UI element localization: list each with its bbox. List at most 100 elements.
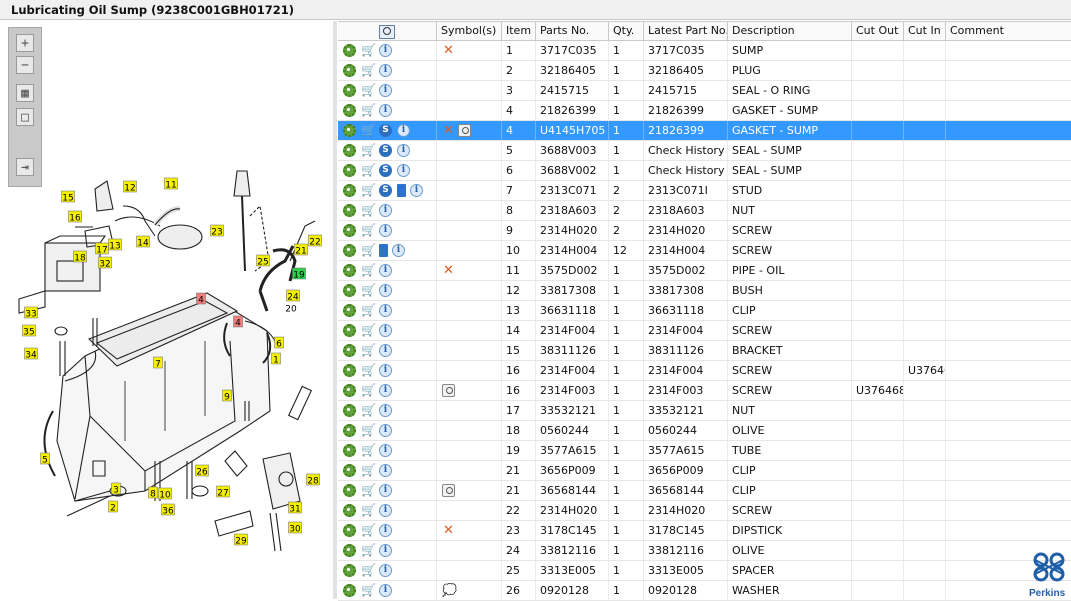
cart-icon[interactable]: 🛒 [361, 324, 376, 337]
table-row[interactable]: 🛒 i 16 2314F003 1 2314F003 SCREW U376468I [338, 381, 1071, 401]
configure-icon[interactable] [343, 464, 356, 477]
cart-icon[interactable]: 🛒 [361, 284, 376, 297]
callout-7[interactable]: 7 [153, 356, 163, 370]
table-row[interactable]: 🛒 Si ✕ 4 U4145H705 1 21826399 GASKET - SUMP [338, 121, 1071, 141]
table-row[interactable]: 🛒 i 24 33812116 1 33812116 OLIVE [338, 541, 1071, 561]
not-available-icon[interactable]: ✕ [442, 44, 455, 57]
configure-icon[interactable] [343, 344, 356, 357]
info-icon[interactable]: i [379, 564, 392, 577]
callout-13[interactable]: 13 [108, 238, 122, 252]
table-row[interactable]: 🛒 i 💭 26 0920128 1 0920128 WASHER [338, 581, 1071, 601]
callout-15[interactable]: 15 [61, 190, 75, 204]
callout-32[interactable]: 32 [98, 256, 112, 270]
cart-icon[interactable]: 🛒 [361, 104, 376, 117]
cart-icon[interactable]: 🛒 [361, 244, 376, 257]
info-icon[interactable]: i [379, 524, 392, 537]
callout-10[interactable]: 10 [158, 487, 172, 501]
manual-icon[interactable] [397, 184, 406, 197]
table-row[interactable]: 🛒 i 3 2415715 1 2415715 SEAL - O RING [338, 81, 1071, 101]
table-row[interactable]: 🛒 i 17 33532121 1 33532121 NUT [338, 401, 1071, 421]
fit-page-icon[interactable]: □ [16, 108, 34, 126]
configure-icon[interactable] [343, 504, 356, 517]
table-row[interactable]: 🛒 i 10 2314H004 12 2314H004 SCREW [338, 241, 1071, 261]
exploded-diagram-pane[interactable]: 15 12 11 16 18 17 13 14 32 23 22 21 25 19 24 20 33 4 4 35 6 3… [5, 21, 331, 593]
cart-icon[interactable]: 🛒 [361, 584, 376, 597]
configure-icon[interactable] [343, 584, 356, 597]
info-icon[interactable]: i [397, 124, 410, 137]
cart-icon[interactable]: 🛒 [361, 564, 376, 577]
callout-34[interactable]: 34 [24, 347, 38, 361]
not-available-icon[interactable]: ✕ [442, 124, 455, 137]
callout-23[interactable]: 23 [210, 224, 224, 238]
callout-24[interactable]: 24 [286, 289, 300, 303]
table-row[interactable]: 🛒 i 18 0560244 1 0560244 OLIVE [338, 421, 1071, 441]
configure-icon[interactable] [343, 124, 356, 137]
table-row[interactable]: 🛒 i 4 21826399 1 21826399 GASKET - SUMP [338, 101, 1071, 121]
cart-icon[interactable]: 🛒 [361, 404, 376, 417]
info-icon[interactable]: i [379, 584, 392, 597]
info-icon[interactable]: i [410, 184, 423, 197]
callout-17[interactable]: 17 [95, 242, 109, 256]
column-header-item[interactable]: Item [502, 22, 536, 40]
info-icon[interactable]: i [379, 404, 392, 417]
callout-28[interactable]: 28 [306, 473, 320, 487]
info-icon[interactable]: i [379, 444, 392, 457]
column-header-cut-out[interactable]: Cut Out [852, 22, 904, 40]
callout-4[interactable]: 4 [233, 315, 243, 329]
table-row[interactable]: 🛒 i 25 3313E005 1 3313E005 SPACER [338, 561, 1071, 581]
callout-2[interactable]: 2 [108, 500, 118, 514]
column-header-comment[interactable]: Comment [946, 22, 1071, 40]
info-icon[interactable]: i [379, 344, 392, 357]
callout-11[interactable]: 11 [164, 177, 178, 191]
info-icon[interactable]: i [397, 144, 410, 157]
configure-icon[interactable] [343, 284, 356, 297]
callout-18[interactable]: 18 [73, 250, 87, 264]
note-icon[interactable]: 💭 [442, 584, 457, 597]
view-detail-icon[interactable] [442, 384, 455, 397]
cart-icon[interactable]: 🛒 [361, 304, 376, 317]
info-icon[interactable]: i [379, 484, 392, 497]
info-icon[interactable]: i [379, 364, 392, 377]
table-row[interactable]: 🛒 i 8 2318A603 2 2318A603 NUT [338, 201, 1071, 221]
configure-icon[interactable] [343, 224, 356, 237]
info-icon[interactable]: i [379, 64, 392, 77]
column-header-description[interactable]: Description [728, 22, 852, 40]
cart-icon[interactable]: 🛒 [361, 184, 376, 197]
zoom-out-icon[interactable]: − [16, 56, 34, 74]
callout-9[interactable]: 9 [222, 389, 232, 403]
configure-icon[interactable] [343, 564, 356, 577]
callout-21[interactable]: 21 [294, 243, 308, 257]
table-row[interactable]: 🛒 i ✕ 1 3717C035 1 3717C035 SUMP [338, 41, 1071, 61]
info-icon[interactable]: i [379, 464, 392, 477]
not-available-icon[interactable]: ✕ [442, 264, 455, 277]
cart-icon[interactable]: 🛒 [361, 64, 376, 77]
table-row[interactable]: 🛒 i 21 3656P009 1 3656P009 CLIP [338, 461, 1071, 481]
cart-icon[interactable]: 🛒 [361, 444, 376, 457]
callout-36[interactable]: 36 [161, 503, 175, 517]
table-row[interactable]: 🛒 Si 6 3688V002 1 Check History SEAL - SUMP [338, 161, 1071, 181]
configure-icon[interactable] [343, 484, 356, 497]
configure-icon[interactable] [343, 524, 356, 537]
configure-icon[interactable] [343, 544, 356, 557]
configure-icon[interactable] [343, 424, 356, 437]
cart-icon[interactable]: 🛒 [361, 504, 376, 517]
info-icon[interactable]: i [379, 204, 392, 217]
callout-20[interactable]: 20 [285, 305, 297, 315]
table-row[interactable]: 🛒 i ✕ 23 3178C145 1 3178C145 DIPSTICK [338, 521, 1071, 541]
info-icon[interactable]: i [379, 544, 392, 557]
info-icon[interactable]: i [379, 304, 392, 317]
view-detail-icon[interactable] [458, 124, 471, 137]
callout-1[interactable]: 1 [271, 352, 281, 366]
not-available-icon[interactable]: ✕ [442, 524, 455, 537]
supersession-icon[interactable]: S [379, 164, 392, 177]
table-row[interactable]: 🛒 i 22 2314H020 1 2314H020 SCREW [338, 501, 1071, 521]
supersession-icon[interactable]: S [379, 144, 392, 157]
table-row[interactable]: 🛒 i 13 36631118 1 36631118 CLIP [338, 301, 1071, 321]
supersession-icon[interactable]: S [379, 184, 392, 197]
table-row[interactable]: 🛒 i 9 2314H020 2 2314H020 SCREW [338, 221, 1071, 241]
callout-22[interactable]: 22 [308, 234, 322, 248]
table-row[interactable]: 🛒 Si 5 3688V003 1 Check History SEAL - SUMP [338, 141, 1071, 161]
fit-all-icon[interactable]: ▦ [16, 84, 34, 102]
cart-icon[interactable]: 🛒 [361, 524, 376, 537]
cart-icon[interactable]: 🛒 [361, 224, 376, 237]
